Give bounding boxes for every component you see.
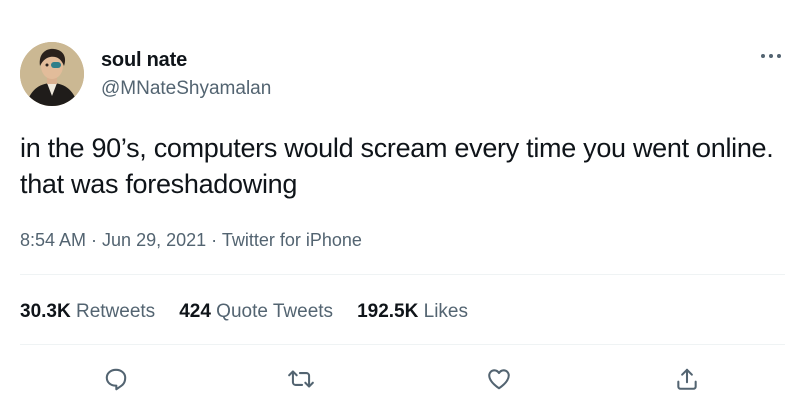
tweet-metadata: 8:54 AM · Jun 29, 2021 · Twitter for iPh… <box>20 230 362 251</box>
likes-stat[interactable]: 192.5K Likes <box>357 301 468 323</box>
like-icon <box>488 369 510 390</box>
tweet-time[interactable]: 8:54 AM <box>20 230 86 250</box>
retweet-button[interactable] <box>284 362 318 396</box>
tweet-card: soul nate @MNateShyamalan in the 90’s, c… <box>0 0 800 420</box>
reply-button[interactable] <box>99 362 133 396</box>
likes-count: 192.5K <box>357 301 419 322</box>
more-options-icon[interactable] <box>758 48 784 64</box>
engagement-stats: 30.3K Retweets 424 Quote Tweets 192.5K Lik… <box>20 301 492 323</box>
avatar-portrait-icon <box>20 42 84 106</box>
display-name[interactable]: soul nate <box>101 49 187 72</box>
tweet-source[interactable]: Twitter for iPhone <box>222 230 362 250</box>
retweets-stat[interactable]: 30.3K Retweets <box>20 301 155 323</box>
retweets-label: Retweets <box>75 301 156 322</box>
tweet-text: in the 90’s, computers would scream ever… <box>20 133 774 199</box>
divider <box>20 344 785 345</box>
share-button[interactable] <box>670 362 704 396</box>
like-button[interactable] <box>482 362 516 396</box>
quote-tweets-label: Quote Tweets <box>216 301 334 322</box>
quote-tweets-stat[interactable]: 424 Quote Tweets <box>179 301 333 323</box>
user-handle[interactable]: @MNateShyamalan <box>101 78 271 100</box>
likes-label: Likes <box>423 301 468 322</box>
quote-tweets-count: 424 <box>179 301 211 322</box>
divider <box>20 274 785 275</box>
retweet-icon <box>288 370 314 388</box>
tweet-date[interactable]: Jun 29, 2021 <box>102 230 206 250</box>
retweets-count: 30.3K <box>20 301 71 322</box>
avatar[interactable] <box>20 42 84 106</box>
separator: · <box>86 230 103 250</box>
separator: · <box>206 230 222 250</box>
reply-icon <box>105 368 127 391</box>
share-icon <box>677 368 697 390</box>
